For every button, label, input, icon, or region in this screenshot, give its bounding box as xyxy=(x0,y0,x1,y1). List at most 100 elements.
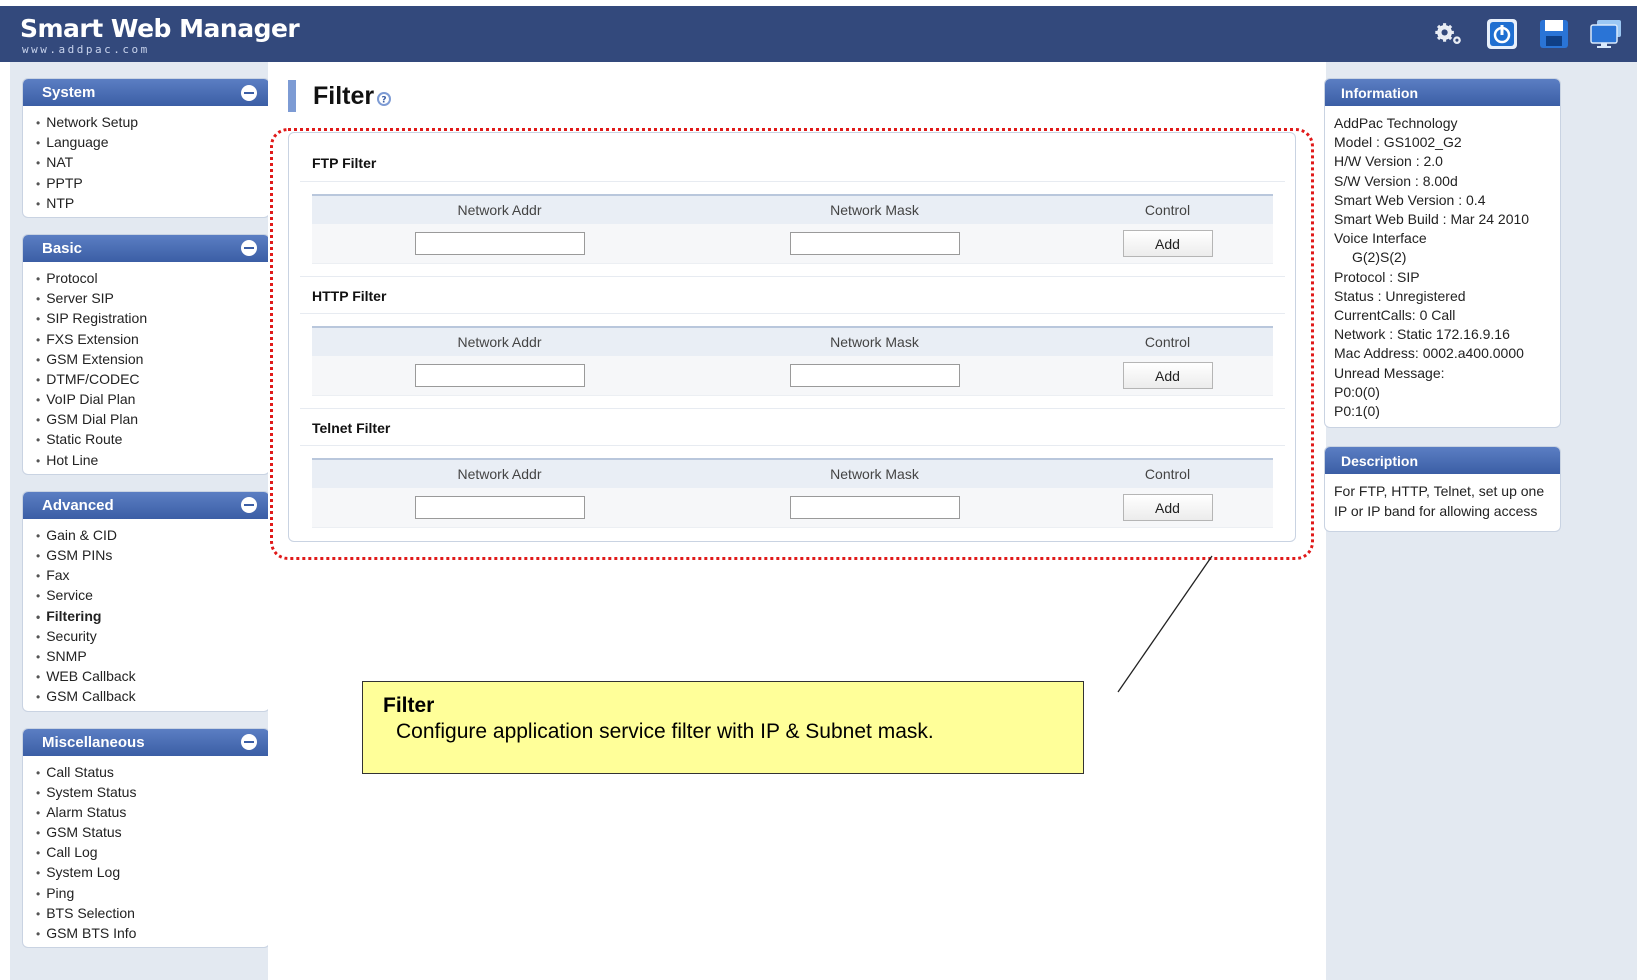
sidebar-item-protocol[interactable]: Protocol xyxy=(36,268,269,288)
menu-section-system: System Network Setup Language NAT PPTP N… xyxy=(22,78,270,218)
callout-text: Configure application service filter wit… xyxy=(396,720,934,743)
svg-text:?: ? xyxy=(382,96,387,106)
col-network-addr: Network Addr xyxy=(457,202,542,218)
save-disk-icon[interactable] xyxy=(1537,18,1571,50)
callout-note: Filter Configure application service fil… xyxy=(362,681,1084,774)
filters-panel: FTP Filter Network Addr Network Mask Con… xyxy=(288,132,1296,542)
sidebar-item-nat[interactable]: NAT xyxy=(36,152,269,172)
filter-title: FTP Filter xyxy=(300,144,1285,182)
menu-header-miscellaneous[interactable]: Miscellaneous xyxy=(23,728,269,756)
info-line: H/W Version : 2.0 xyxy=(1334,153,1443,170)
info-line: G(2)S(2) xyxy=(1352,249,1407,266)
info-line: P0:1(0) xyxy=(1334,403,1380,420)
sidebar-item-snmp[interactable]: SNMP xyxy=(36,646,269,666)
header-toolbar xyxy=(1433,18,1623,50)
title-accent-bar xyxy=(288,80,296,112)
ftp-network-mask-input[interactable] xyxy=(789,232,960,255)
menu-section-basic: Basic Protocol Server SIP SIP Registrati… xyxy=(22,233,270,475)
sidebar-item-security[interactable]: Security xyxy=(36,626,269,646)
col-control: Control xyxy=(1144,202,1191,218)
sidebar-item-sip-registration[interactable]: SIP Registration xyxy=(36,308,269,328)
callout-title: Filter xyxy=(383,694,435,717)
ftp-add-button[interactable]: Add xyxy=(1122,230,1213,257)
sidebar-item-fxs-extension[interactable]: FXS Extension xyxy=(36,329,269,349)
col-network-mask: Network Mask xyxy=(830,202,919,218)
information-lines: AddPac Technology Model : GS1002_G2 H/W … xyxy=(1325,106,1560,427)
info-line: Protocol : SIP xyxy=(1334,268,1420,285)
sidebar-item-hot-line[interactable]: Hot Line xyxy=(36,450,269,470)
info-line: P0:0(0) xyxy=(1334,383,1380,400)
menu-header-advanced[interactable]: Advanced xyxy=(23,491,269,519)
sidebar-item-gain-cid[interactable]: Gain & CID xyxy=(36,525,269,545)
sidebar-item-alarm-status[interactable]: Alarm Status xyxy=(36,802,269,822)
http-filter-section: HTTP Filter Network Addr Network Mask Co… xyxy=(300,276,1285,408)
sidebar-item-gsm-status[interactable]: GSM Status xyxy=(36,822,269,842)
http-network-addr-input[interactable] xyxy=(414,364,585,387)
help-icon[interactable]: ? xyxy=(376,91,392,107)
sidebar-item-language[interactable]: Language xyxy=(36,132,269,152)
sidebar-item-gsm-pins[interactable]: GSM PINs xyxy=(36,545,269,565)
body-area: System Network Setup Language NAT PPTP N… xyxy=(10,62,1637,980)
sidebar-item-call-status[interactable]: Call Status xyxy=(36,762,269,782)
sidebar: System Network Setup Language NAT PPTP N… xyxy=(22,78,270,964)
collapse-minus-icon[interactable] xyxy=(241,84,257,101)
table-row: Add xyxy=(312,224,1273,264)
description-header: Description xyxy=(1325,447,1560,475)
telnet-network-addr-input[interactable] xyxy=(414,496,585,519)
info-line: Voice Interface xyxy=(1334,230,1427,247)
sidebar-item-voip-dial-plan[interactable]: VoIP Dial Plan xyxy=(36,389,269,409)
menu-section-title: Miscellaneous xyxy=(42,733,145,751)
information-box: Information AddPac Technology Model : GS… xyxy=(1324,78,1561,429)
sidebar-item-bts-selection[interactable]: BTS Selection xyxy=(36,903,269,923)
menu-section-miscellaneous: Miscellaneous Call Status System Status … xyxy=(22,727,270,949)
filter-title: Telnet Filter xyxy=(300,408,1285,446)
information-header: Information xyxy=(1325,79,1560,106)
sidebar-item-gsm-bts-info[interactable]: GSM BTS Info xyxy=(36,923,269,943)
sidebar-item-filtering[interactable]: Filtering xyxy=(36,606,269,626)
sidebar-item-network-setup[interactable]: Network Setup xyxy=(36,112,269,132)
sidebar-item-dtmf-codec[interactable]: DTMF/CODEC xyxy=(36,369,269,389)
table-header: Network Addr Network Mask Control xyxy=(312,326,1273,356)
collapse-minus-icon[interactable] xyxy=(241,497,257,514)
sidebar-item-call-log[interactable]: Call Log xyxy=(36,842,269,862)
sidebar-item-ping[interactable]: Ping xyxy=(36,883,269,903)
sidebar-item-static-route[interactable]: Static Route xyxy=(36,429,269,449)
filter-table: Network Addr Network Mask Control Add xyxy=(312,326,1273,396)
sidebar-item-system-log[interactable]: System Log xyxy=(36,862,269,882)
sidebar-item-system-status[interactable]: System Status xyxy=(36,782,269,802)
menu-section-title: Advanced xyxy=(42,496,114,514)
info-line: CurrentCalls: 0 Call xyxy=(1334,307,1456,324)
sidebar-item-ntp[interactable]: NTP xyxy=(36,193,269,213)
sidebar-item-web-callback[interactable]: WEB Callback xyxy=(36,666,269,686)
telnet-add-button[interactable]: Add xyxy=(1122,494,1213,521)
sidebar-item-service[interactable]: Service xyxy=(36,585,269,605)
filter-table: Network Addr Network Mask Control Add xyxy=(312,194,1273,264)
power-icon[interactable] xyxy=(1485,18,1519,50)
table-header: Network Addr Network Mask Control xyxy=(312,458,1273,488)
menu-header-basic[interactable]: Basic xyxy=(23,234,269,262)
menu-section-advanced: Advanced Gain & CID GSM PINs Fax Service… xyxy=(22,490,270,712)
http-network-mask-input[interactable] xyxy=(789,364,960,387)
collapse-minus-icon[interactable] xyxy=(241,240,257,257)
sidebar-item-pptp[interactable]: PPTP xyxy=(36,173,269,193)
telnet-network-mask-input[interactable] xyxy=(789,496,960,519)
monitor-icon[interactable] xyxy=(1589,18,1623,50)
collapse-minus-icon[interactable] xyxy=(241,734,257,750)
ftp-network-addr-input[interactable] xyxy=(414,232,585,255)
sidebar-item-gsm-callback[interactable]: GSM Callback xyxy=(36,686,269,706)
info-line: Unread Message: xyxy=(1334,364,1445,381)
table-header: Network Addr Network Mask Control xyxy=(312,194,1273,224)
col-control: Control xyxy=(1144,334,1191,350)
info-line: Smart Web Build : Mar 24 2010 xyxy=(1334,211,1530,228)
sidebar-item-fax[interactable]: Fax xyxy=(36,565,269,585)
info-line: Network : Static 172.16.9.16 xyxy=(1334,326,1510,343)
sidebar-item-server-sip[interactable]: Server SIP xyxy=(36,288,269,308)
brand-title: Smart Web Manager xyxy=(20,14,300,43)
settings-gear-icon[interactable] xyxy=(1433,18,1467,50)
sidebar-item-gsm-dial-plan[interactable]: GSM Dial Plan xyxy=(36,409,269,429)
filter-table: Network Addr Network Mask Control Add xyxy=(312,458,1273,528)
info-line: Status : Unregistered xyxy=(1334,287,1466,304)
menu-header-system[interactable]: System xyxy=(23,79,269,106)
sidebar-item-gsm-extension[interactable]: GSM Extension xyxy=(36,349,269,369)
http-add-button[interactable]: Add xyxy=(1122,362,1213,389)
